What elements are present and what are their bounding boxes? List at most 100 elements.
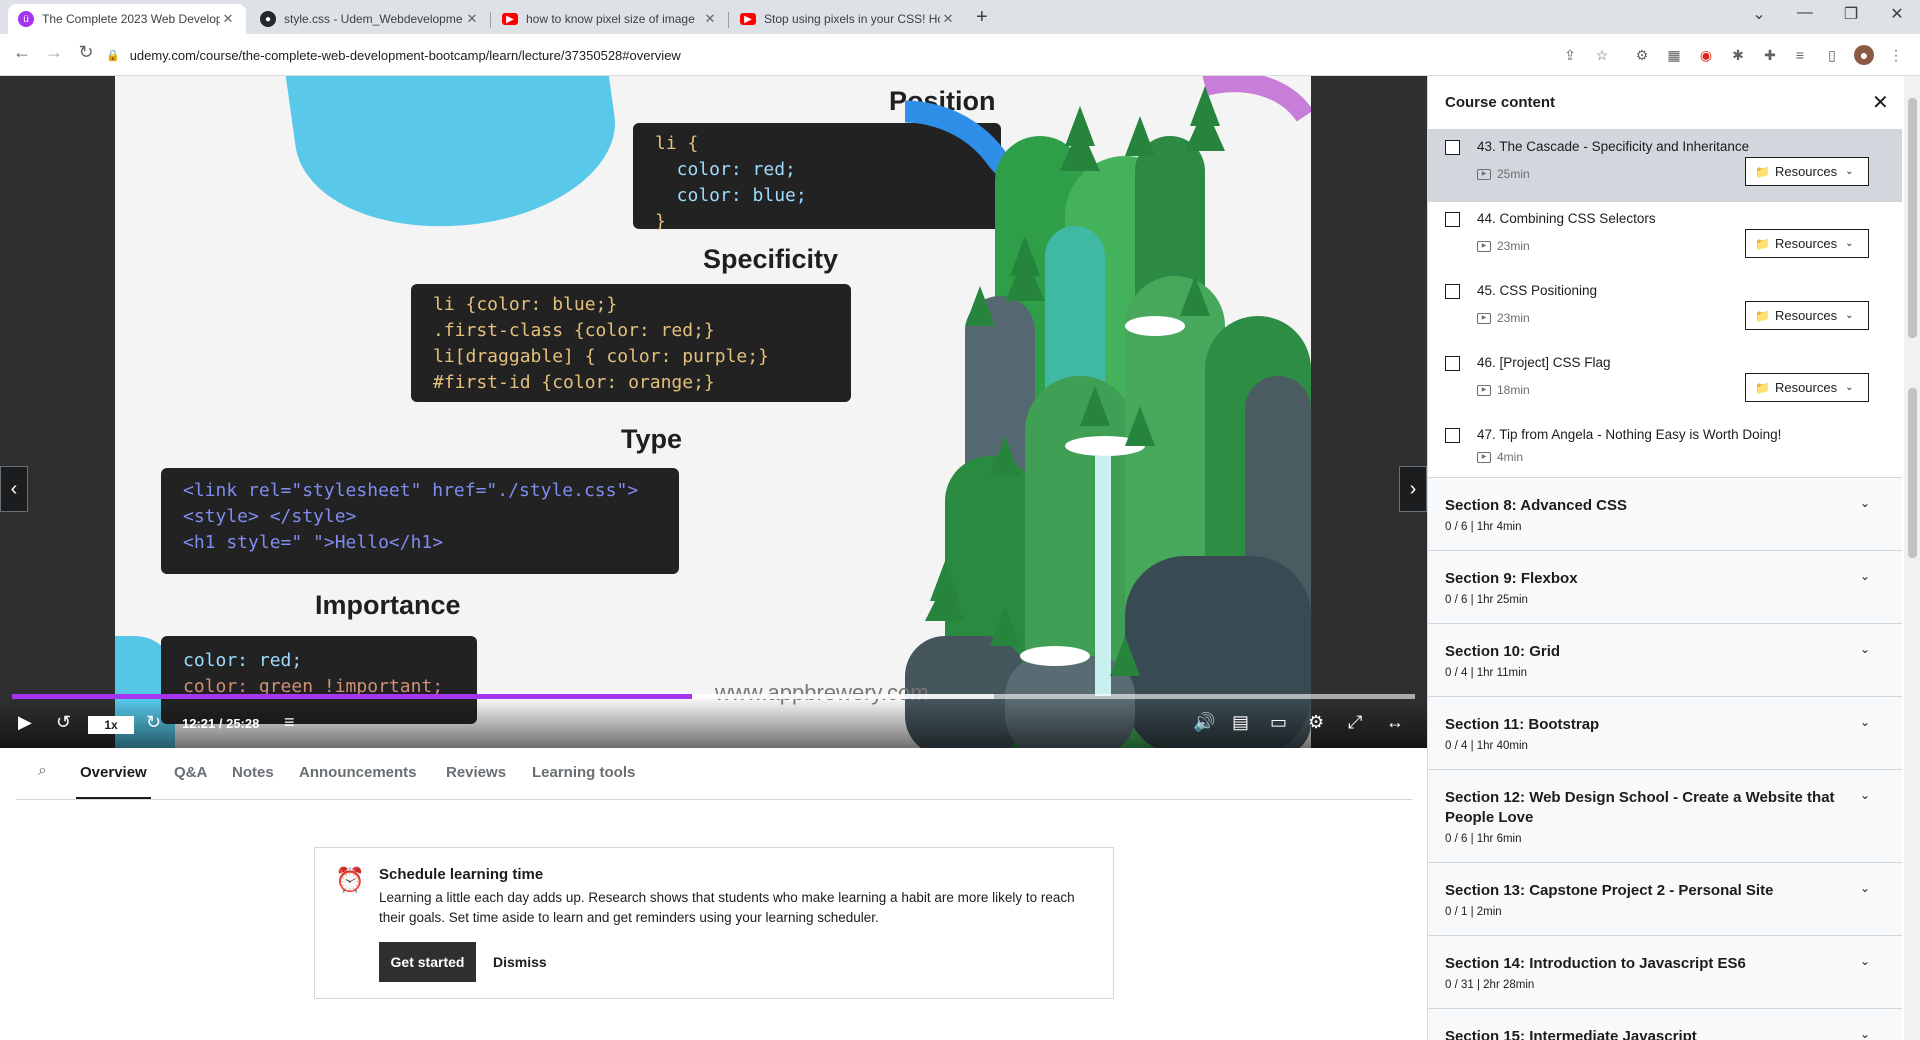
bookmark-star-icon[interactable]: ☆ — [1592, 45, 1612, 65]
back-icon[interactable]: ← — [10, 42, 34, 63]
sidebar-scrollbar[interactable] — [1904, 76, 1920, 1040]
extension-icon[interactable]: ⚙ — [1632, 45, 1652, 65]
lecture-item[interactable]: 43. The Cascade - Specificity and Inheri… — [1428, 130, 1902, 202]
browser-tab-youtube-1[interactable]: ▶ how to know pixel size of image ✕ — [492, 4, 728, 34]
play-icon[interactable]: ▶ — [18, 712, 32, 733]
tab-announcements[interactable]: Announcements — [299, 764, 417, 781]
dismiss-button[interactable]: Dismiss — [493, 942, 547, 982]
previous-lecture-button[interactable]: ‹ — [0, 466, 28, 512]
expand-icon[interactable]: ↔ — [1386, 712, 1404, 733]
search-icon[interactable]: ⌕ — [38, 762, 47, 780]
share-icon[interactable]: ⇪ — [1560, 45, 1580, 65]
menu-icon[interactable]: ⋮ — [1886, 45, 1906, 65]
lecture-checkbox[interactable] — [1445, 428, 1460, 443]
decorative-blob — [283, 76, 627, 248]
close-icon[interactable]: ✕ — [702, 11, 718, 27]
section-title: Section 12: Web Design School - Create a… — [1445, 789, 1835, 826]
course-content-sidebar: Course content ✕ 43. The Cascade - Speci… — [1427, 76, 1920, 1040]
code-block-specificity: li {color: blue;} .first-class {color: r… — [411, 284, 851, 402]
browser-tab-udemy[interactable]: ü The Complete 2023 Web Develop ✕ — [8, 4, 246, 34]
captions-icon[interactable]: ▭ — [1270, 712, 1287, 733]
next-lecture-button[interactable]: › — [1399, 466, 1427, 512]
lecture-item[interactable]: 47. Tip from Angela - Nothing Easy is Wo… — [1428, 418, 1902, 478]
close-icon[interactable]: ✕ — [464, 11, 480, 27]
schedule-learning-card: ⏰ Schedule learning time Learning a litt… — [314, 847, 1114, 999]
get-started-button[interactable]: Get started — [379, 942, 476, 982]
alarm-clock-icon: ⏰ — [335, 867, 365, 894]
lecture-item[interactable]: 46. [Project] CSS Flag ▶ 18min 📁 Resources… — [1428, 346, 1902, 418]
volume-icon[interactable]: 🔊 — [1193, 712, 1215, 733]
video-icon: ▶ — [1477, 168, 1491, 180]
resources-button[interactable]: 📁 Resources ⌄ — [1745, 229, 1869, 258]
section-header[interactable]: Section 9: Flexbox 0 / 6 | 1hr 25min ⌄ — [1428, 551, 1902, 624]
scrollbar-thumb[interactable] — [1908, 388, 1917, 558]
tab-learning-tools[interactable]: Learning tools — [532, 764, 635, 781]
tab-overview[interactable]: Overview — [76, 764, 151, 799]
fullscreen-icon[interactable]: ⤢ — [1348, 712, 1362, 733]
lecture-item[interactable]: 44. Combining CSS Selectors ▶ 23min 📁 Reso… — [1428, 202, 1902, 274]
forward-icon[interactable]: ↻ — [146, 712, 161, 733]
scrollbar-thumb[interactable] — [1908, 98, 1917, 338]
browser-tab-youtube-2[interactable]: ▶ Stop using pixels in your CSS! Ho ✕ — [730, 4, 966, 34]
puzzle-icon[interactable]: ✚ — [1760, 45, 1780, 65]
lecture-item[interactable]: 45. CSS Positioning ▶ 23min 📁 Resources ⌄ — [1428, 274, 1902, 346]
restore-icon[interactable]: ❐ — [1828, 4, 1874, 24]
address-bar[interactable]: 🔒 udemy.com/course/the-complete-web-deve… — [106, 40, 1586, 70]
video-progress-bar[interactable] — [12, 694, 1415, 699]
reload-icon[interactable]: ↻ — [74, 42, 98, 63]
rewind-icon[interactable]: ↺ — [56, 712, 71, 733]
tab-reviews[interactable]: Reviews — [446, 764, 506, 781]
playlist-icon[interactable]: ≡ — [284, 712, 295, 733]
chevron-down-icon: ⌄ — [1860, 788, 1871, 802]
chevron-down-icon: ⌄ — [1860, 569, 1871, 583]
tab-notes[interactable]: Notes — [232, 764, 274, 781]
section-header[interactable]: Section 11: Bootstrap 0 / 4 | 1hr 40min … — [1428, 697, 1902, 770]
section-subtitle: 0 / 4 | 1hr 11min — [1445, 667, 1528, 679]
window-close-icon[interactable]: ✕ — [1874, 4, 1920, 24]
folder-icon: 📁 — [1755, 164, 1770, 179]
resources-button[interactable]: 📁 Resources ⌄ — [1745, 373, 1869, 402]
extension-icon[interactable]: ✱ — [1728, 45, 1748, 65]
close-icon[interactable]: ✕ — [940, 11, 956, 27]
lecture-duration: ▶ 18min — [1477, 383, 1530, 397]
section-header[interactable]: Section 12: Web Design School - Create a… — [1428, 770, 1902, 863]
lecture-slide: Position li { color: red; color: blue; }… — [115, 76, 1311, 748]
section-header[interactable]: Section 15: Intermediate Javascript ⌄ — [1428, 1009, 1902, 1040]
browser-tab-github[interactable]: ● style.css - Udem_Webdevelopme ✕ — [250, 4, 490, 34]
close-icon[interactable]: ✕ — [220, 11, 236, 27]
video-player[interactable]: Position li { color: red; color: blue; }… — [0, 76, 1427, 748]
udemy-icon: ü — [18, 11, 34, 27]
section-header[interactable]: Section 10: Grid 0 / 4 | 1hr 11min ⌄ — [1428, 624, 1902, 697]
lecture-checkbox[interactable] — [1445, 140, 1460, 155]
sidebar-title: Course content — [1445, 94, 1556, 111]
opera-icon[interactable]: ◉ — [1696, 45, 1716, 65]
resources-button[interactable]: 📁 Resources ⌄ — [1745, 301, 1869, 330]
close-icon[interactable]: ✕ — [1872, 90, 1889, 115]
new-tab-icon[interactable]: + — [976, 6, 988, 29]
tab-search-icon[interactable]: ⌄ — [1736, 4, 1782, 24]
chevron-down-icon: ⌄ — [1845, 382, 1854, 393]
playback-speed-button[interactable]: 1x — [88, 716, 134, 734]
minimize-icon[interactable]: — — [1782, 4, 1828, 22]
tab-qa[interactable]: Q&A — [174, 764, 207, 781]
transcript-icon[interactable]: ▤ — [1232, 712, 1249, 733]
resources-button[interactable]: 📁 Resources ⌄ — [1745, 157, 1869, 186]
extension-icon[interactable]: ▦ — [1664, 45, 1684, 65]
settings-icon[interactable]: ⚙ — [1308, 712, 1324, 733]
forward-icon[interactable]: → — [42, 42, 66, 63]
lecture-checkbox[interactable] — [1445, 284, 1460, 299]
section-header[interactable]: Section 14: Introduction to Javascript E… — [1428, 936, 1902, 1009]
section-subtitle: 0 / 6 | 1hr 6min — [1445, 833, 1522, 845]
sidepanel-icon[interactable]: ▯ — [1822, 45, 1842, 65]
section-subtitle: 0 / 4 | 1hr 40min — [1445, 740, 1528, 752]
lecture-checkbox[interactable] — [1445, 212, 1460, 227]
lecture-checkbox[interactable] — [1445, 356, 1460, 371]
profile-avatar[interactable]: ● — [1854, 45, 1874, 65]
section-header[interactable]: Section 8: Advanced CSS 0 / 6 | 1hr 4min… — [1428, 478, 1902, 551]
media-icon[interactable]: ≡ — [1790, 45, 1810, 65]
code-line: #first-id {color: orange;} — [433, 372, 715, 393]
section-header[interactable]: Section 13: Capstone Project 2 - Persona… — [1428, 863, 1902, 936]
section-subtitle: 0 / 31 | 2hr 28min — [1445, 979, 1535, 991]
section-subtitle: 0 / 1 | 2min — [1445, 906, 1502, 918]
resources-label: Resources — [1774, 380, 1838, 395]
